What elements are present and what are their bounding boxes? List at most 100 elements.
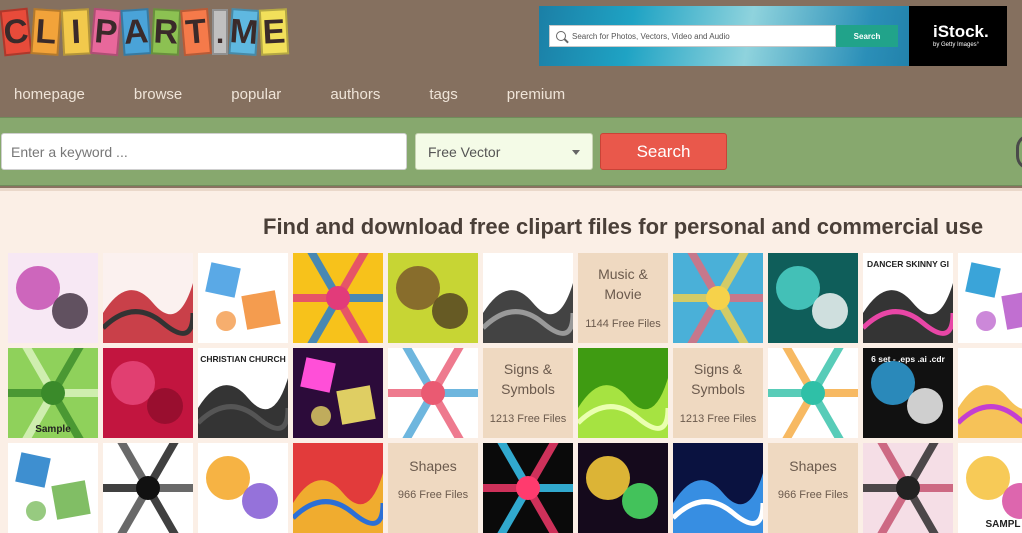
category-tile[interactable]: Music & Movie 1144 Free Files <box>578 253 668 343</box>
thumbnail-art <box>8 253 98 343</box>
thumbnail-caption: 6 set - .eps .ai .cdr <box>871 354 945 364</box>
thumbnail-art <box>388 253 478 343</box>
red-pattern-thumbnail[interactable] <box>103 348 193 438</box>
nav-authors[interactable]: authors <box>330 86 380 103</box>
main-content: Find and download free clipart files for… <box>0 188 1022 533</box>
thumbnail-shape <box>965 262 1001 298</box>
ad-search-button[interactable]: Search <box>836 25 898 47</box>
arrows-pattern-thumbnail[interactable] <box>863 443 953 533</box>
music-notes-thumbnail[interactable] <box>483 253 573 343</box>
flower-heart-thumbnail[interactable] <box>768 348 858 438</box>
polygon-mosaic-thumbnail[interactable] <box>293 443 383 533</box>
christian-church-thumbnail[interactable]: CHRISTIAN CHURCH <box>198 348 288 438</box>
sample-wave-thumbnail[interactable]: SAMPL <box>958 443 1022 533</box>
category-title: Signs & <box>503 361 553 377</box>
speaker-music-thumbnail[interactable] <box>103 253 193 343</box>
nav-browse[interactable]: browse <box>134 86 182 103</box>
thumbnail-shape <box>622 483 658 519</box>
ad-search-placeholder: Search for Photos, Vectors, Video and Au… <box>572 31 730 41</box>
thumbnail-shape <box>51 480 91 520</box>
thumbnail-shape <box>907 388 943 424</box>
green-leaves-thumbnail[interactable] <box>578 348 668 438</box>
thumbnail-art <box>768 253 858 343</box>
thumbnail-art: SAMPL <box>958 443 1022 533</box>
thumbnail-art: CHRISTIAN CHURCH <box>198 348 288 438</box>
thumbnail-shape <box>966 456 1010 500</box>
thumbnail-art: 6 set - .eps .ai .cdr <box>863 348 953 438</box>
green-sample-thumbnail[interactable]: Sample <box>8 348 98 438</box>
category-tile[interactable]: Shapes 966 Free Files <box>388 443 478 533</box>
site-header: CLIPART.ME Search for Photos, Vectors, V… <box>0 0 1022 117</box>
cassette-remix-thumbnail[interactable] <box>388 253 478 343</box>
category-tile[interactable]: Signs & Symbols 1213 Free Files <box>673 348 763 438</box>
thumbnail-art <box>293 348 383 438</box>
thumbnail-shape <box>136 476 160 500</box>
clipart-me-logo[interactable]: CLIPART.ME <box>0 7 290 57</box>
music-abstract-thumbnail[interactable] <box>293 253 383 343</box>
thumbnail-shape <box>242 483 278 519</box>
side-widget-edge[interactable] <box>1016 134 1022 170</box>
colorful-icons-thumbnail[interactable] <box>198 253 288 343</box>
thumbnail-art <box>293 443 383 533</box>
thumbnail-art <box>673 443 763 533</box>
thumbnail-art <box>768 348 858 438</box>
thumbnail-shape <box>871 361 915 405</box>
thumbnail-shape <box>111 361 155 405</box>
istock-logo[interactable]: iStock. by Getty Images° <box>909 6 1007 66</box>
thumbnail-art <box>958 348 1022 438</box>
search-bar: Free Vector Search <box>0 117 1022 186</box>
thumbnail-art <box>388 348 478 438</box>
thumbnail-caption: SAMPL <box>986 519 1021 530</box>
keyword-input[interactable] <box>1 133 407 170</box>
bokeh-rings-thumbnail[interactable] <box>578 443 668 533</box>
category-tile[interactable]: Shapes 966 Free Files <box>768 443 858 533</box>
category-count: 966 Free Files <box>777 489 849 501</box>
thumbnail-art <box>103 348 193 438</box>
circles-abstract-thumbnail[interactable] <box>958 253 1022 343</box>
thumbnail-art <box>293 253 383 343</box>
category-count: 1213 Free Files <box>679 413 757 425</box>
teal-wave-thumbnail[interactable] <box>768 253 858 343</box>
nav-homepage[interactable]: homepage <box>14 86 85 103</box>
thumbnail-art: DANCER SKINNY GI <box>863 253 953 343</box>
nav-tags[interactable]: tags <box>429 86 457 103</box>
light-streaks-thumbnail[interactable] <box>483 443 573 533</box>
category-title: Symbols <box>691 381 745 397</box>
thumbnail-art <box>198 253 288 343</box>
blue-rays-thumbnail[interactable] <box>673 443 763 533</box>
logo-letter-tile: A <box>120 8 152 56</box>
search-button[interactable]: Search <box>600 133 727 170</box>
thumbnail-shape <box>26 501 46 521</box>
logo-letter-tile: . <box>212 9 228 55</box>
logo-letter-tile: R <box>150 8 182 56</box>
thumbnail-art <box>673 253 763 343</box>
istock-ad-banner[interactable]: Search for Photos, Vectors, Video and Au… <box>539 6 1007 66</box>
thumbnail-shape <box>311 406 331 426</box>
black-icons-thumbnail[interactable] <box>103 443 193 533</box>
geometric-colors-thumbnail[interactable] <box>198 443 288 533</box>
twitter-birds-thumbnail[interactable]: 6 set - .eps .ai .cdr <box>863 348 953 438</box>
dancer-silhouettes-thumbnail[interactable]: DANCER SKINNY GI <box>863 253 953 343</box>
category-title: Music & <box>598 266 648 282</box>
city-buildings-thumbnail[interactable] <box>388 348 478 438</box>
ad-search-field[interactable]: Search for Photos, Vectors, Video and Au… <box>549 25 836 47</box>
rainbow-swirl-thumbnail[interactable] <box>958 348 1022 438</box>
thumbnail-art <box>863 443 953 533</box>
category-tile[interactable]: Signs & Symbols 1213 Free Files <box>483 348 573 438</box>
istock-brand: iStock. <box>933 22 989 41</box>
nav-premium[interactable]: premium <box>507 86 565 103</box>
file-type-select[interactable]: Free Vector <box>415 133 593 170</box>
film-strip-thumbnail[interactable] <box>8 253 98 343</box>
burst-lights-thumbnail[interactable] <box>293 348 383 438</box>
category-title: Shapes <box>409 458 457 474</box>
thumbnail-art <box>958 253 1022 343</box>
thumbnail-shape <box>706 286 730 310</box>
beach-girls-thumbnail[interactable] <box>673 253 763 343</box>
nav-popular[interactable]: popular <box>231 86 281 103</box>
thumbnail-shape <box>336 385 376 425</box>
category-title: Signs & <box>693 361 743 377</box>
business-logos-thumbnail[interactable] <box>8 443 98 533</box>
thumbnail-shape <box>41 381 65 405</box>
logo-letter-tile: I <box>60 8 92 56</box>
category-title: Movie <box>604 286 642 302</box>
